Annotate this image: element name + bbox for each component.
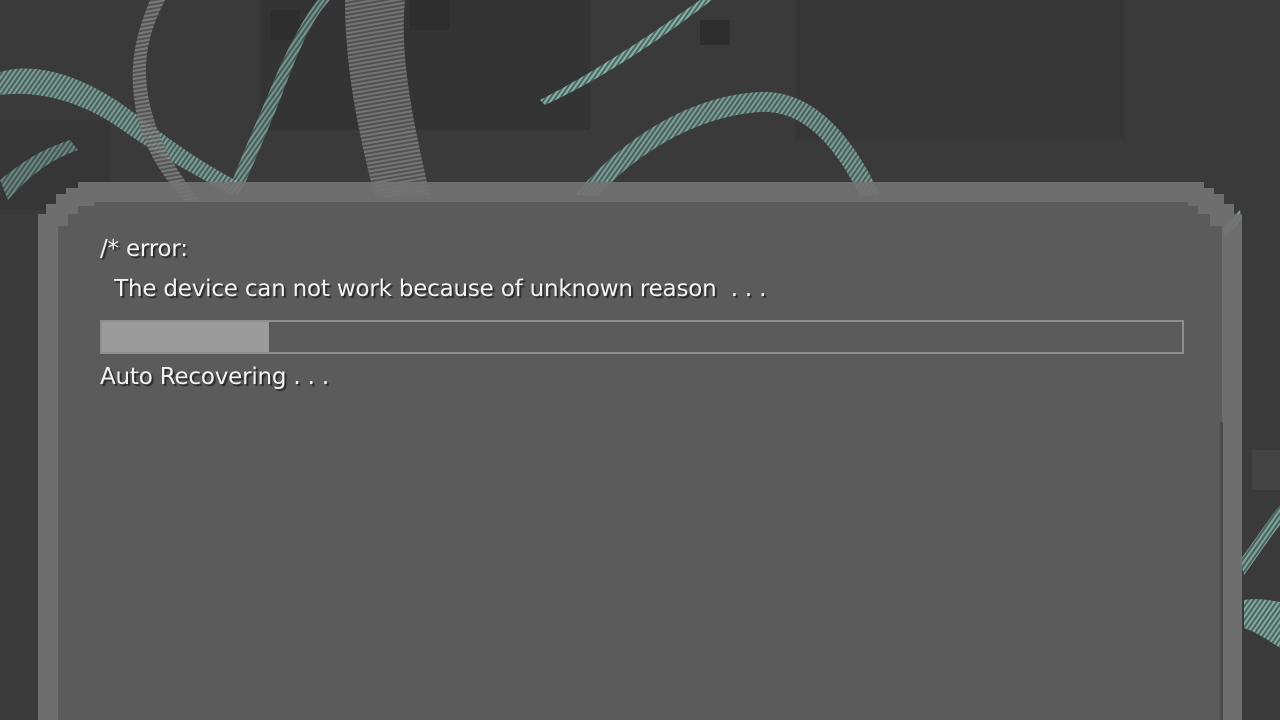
status-text: Auto Recovering . . . — [100, 364, 329, 390]
progress-bar — [100, 320, 1184, 354]
error-screen: /* error: The device can not work becaus… — [0, 0, 1280, 720]
error-panel: /* error: The device can not work becaus… — [38, 182, 1242, 720]
error-header: /* error: — [100, 236, 188, 262]
panel-content: /* error: The device can not work becaus… — [100, 234, 1184, 392]
progress-bar-fill — [102, 322, 270, 352]
error-message: The device can not work because of unkno… — [107, 276, 767, 302]
